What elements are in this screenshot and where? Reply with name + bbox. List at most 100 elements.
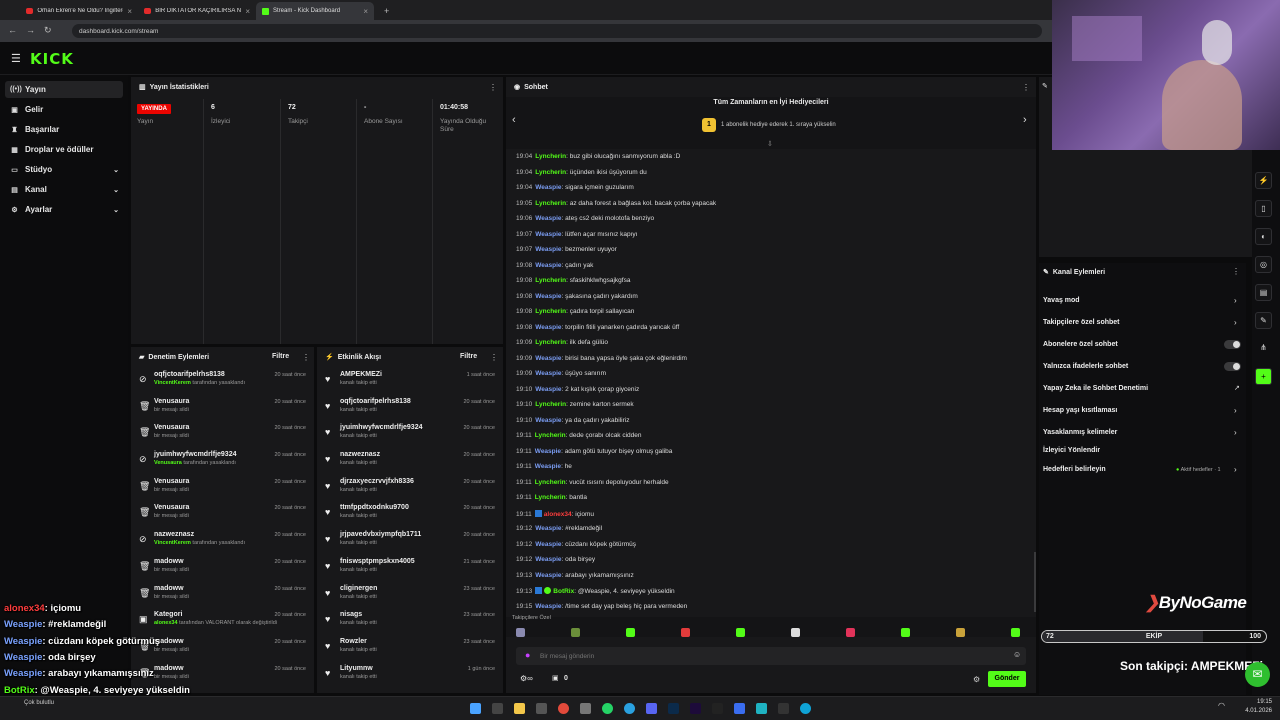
chat-message[interactable]: 19:12 Weaspie: cüzdanı köpek götürmüş xyxy=(516,541,636,548)
chat-username[interactable]: Lyncherin xyxy=(535,200,566,207)
chat-username[interactable]: Weaspie xyxy=(535,603,561,610)
emote-icon[interactable] xyxy=(736,628,745,637)
more-icon[interactable]: ⋮ xyxy=(1022,83,1030,92)
chat-message[interactable]: 19:07 Weaspie: bezmenler uyuyor xyxy=(516,246,617,253)
scrollbar[interactable] xyxy=(1034,552,1036,612)
chat-bubble-icon[interactable]: ◐ xyxy=(1255,228,1272,245)
chrome-icon[interactable] xyxy=(558,703,569,714)
chat-message[interactable]: 19:08 Lyncherin: sfaskihklwhgsajkgfsa xyxy=(516,277,630,284)
chat-message[interactable]: 19:07 Weaspie: lütfen açar mısınız kapıyı xyxy=(516,231,637,238)
sidebar-item-studyo[interactable]: ▭ Stüdyo ⌄ xyxy=(5,161,123,178)
chevron-right-icon[interactable]: › xyxy=(1234,318,1237,327)
tools-icon[interactable]: ✎ xyxy=(1255,312,1272,329)
chat-username[interactable]: Lyncherin xyxy=(535,432,566,439)
sidebar-item-yayin[interactable]: ((•)) Yayın xyxy=(5,81,123,98)
file-icon[interactable]: ▯ xyxy=(1255,200,1272,217)
chat-username[interactable]: Weaspie xyxy=(535,215,561,222)
chat-username[interactable]: Weaspie xyxy=(535,386,561,393)
sidebar-item-gelir[interactable]: ▣ Gelir xyxy=(5,101,123,118)
sidebar-item-kanal[interactable]: ▤ Kanal ⌄ xyxy=(5,181,123,198)
chat-message[interactable]: 19:12 Weaspie: oda birşey xyxy=(516,556,595,563)
microphone-icon[interactable]: ● xyxy=(525,650,530,660)
chat-message[interactable]: 19:10 Weaspie: ya da çadırı yakabiliriz xyxy=(516,417,629,424)
chat-message[interactable]: 19:11 Lyncherin: dede çorabı olcak cidden xyxy=(516,432,642,439)
chat-username[interactable]: Lyncherin xyxy=(535,153,566,160)
task-view-icon[interactable] xyxy=(492,703,503,714)
browser-tab-3[interactable]: Stream - Kick Dashboard × xyxy=(256,2,374,20)
emote-icon[interactable] xyxy=(901,628,910,637)
sidebar-item-ayarlar[interactable]: ⚙ Ayarlar ⌄ xyxy=(5,201,123,218)
chat-username[interactable]: Lyncherin xyxy=(535,479,566,486)
chat-message[interactable]: 19:11 alonex34: içiomu xyxy=(516,509,594,518)
chat-username[interactable]: Lyncherin xyxy=(535,494,566,501)
sidebar-item-basarilar[interactable]: ♜ Başarılar xyxy=(5,121,123,138)
activity-row[interactable]: ♥ oqfjctoarifpelrhs8138 kanalı takip ett… xyxy=(317,395,503,422)
chat-message[interactable]: 19:09 Weaspie: üşüyo sanırım xyxy=(516,370,606,377)
menu-icon[interactable]: ☰ xyxy=(11,52,21,65)
vpn-icon[interactable] xyxy=(756,703,767,714)
chat-message[interactable]: 19:09 Weaspie: birisi bana yapsa öyle şak… xyxy=(516,355,687,362)
whatsapp-icon[interactable] xyxy=(602,703,613,714)
gear-icon[interactable]: ⚙ xyxy=(973,675,980,684)
obs-icon[interactable] xyxy=(712,703,723,714)
moderation-row[interactable]: 🗑 Venusaura bir mesajı sildi 20 saat önc… xyxy=(131,421,314,448)
url-input[interactable] xyxy=(72,24,1042,38)
chat-username[interactable]: Weaspie xyxy=(535,448,561,455)
close-icon[interactable]: × xyxy=(363,7,368,16)
chat-username[interactable]: Weaspie xyxy=(535,293,561,300)
discord-icon[interactable] xyxy=(646,703,657,714)
chat-message[interactable]: 19:13 BotRix: @Weaspie, 4. seviyeye yükse… xyxy=(516,587,675,595)
share-icon[interactable]: ⋔ xyxy=(1255,340,1272,357)
chat-username[interactable]: Lyncherin xyxy=(535,339,566,346)
collapse-icon[interactable]: ⇩ xyxy=(767,140,773,148)
chevron-left-icon[interactable]: ‹ xyxy=(512,114,516,126)
emote-icon[interactable] xyxy=(1011,628,1020,637)
activity-row[interactable]: ♥ jrjpavedvbxiympfqb1711 kanalı takip et… xyxy=(317,528,503,555)
add-widget-icon[interactable]: + xyxy=(1255,368,1272,385)
chat-message[interactable]: 19:08 Weaspie: şakasına çadırı yakardım xyxy=(516,293,638,300)
chat-username[interactable]: Weaspie xyxy=(535,262,561,269)
chat-message[interactable]: 19:11 Weaspie: adam götü tutuyor bişey ol… xyxy=(516,448,672,455)
chat-message[interactable]: 19:11 Weaspie: he xyxy=(516,463,572,470)
chevron-right-icon[interactable]: › xyxy=(1234,406,1237,415)
weather-widget[interactable]: Çok bulutlu xyxy=(24,700,54,706)
kick-logo[interactable]: KICK xyxy=(30,50,74,68)
chat-username[interactable]: Weaspie xyxy=(535,184,561,191)
chat-username[interactable]: Weaspie xyxy=(535,525,561,532)
chat-message[interactable]: 19:04 Lyncherin: buz gibi olucağını sanmı… xyxy=(516,153,680,160)
chevron-right-icon[interactable]: › xyxy=(1234,428,1237,437)
external-link-icon[interactable]: ↗ xyxy=(1234,384,1240,392)
premiere-icon[interactable] xyxy=(690,703,701,714)
toggle-switch[interactable] xyxy=(1224,340,1241,349)
moderation-row[interactable]: 🗑 madoww bir mesajı sildi 20 saat önce xyxy=(131,555,314,582)
chat-username[interactable]: alonex34 xyxy=(544,511,572,518)
app-icon[interactable] xyxy=(778,703,789,714)
activity-row[interactable]: ♥ djrzaxyeczrvvjfxh8336 kanalı takip ett… xyxy=(317,475,503,502)
chat-message[interactable]: 19:13 Weaspie: arabayı yıkamamışsınız xyxy=(516,572,634,579)
more-icon[interactable]: ⋮ xyxy=(490,353,498,362)
activity-row[interactable]: ♥ nisags kanalı takip etti 23 saat önce xyxy=(317,608,503,635)
chat-username[interactable]: Lyncherin xyxy=(535,308,566,315)
chat-message[interactable]: 19:08 Weaspie: torpilin fitili yanarken ç… xyxy=(516,324,679,331)
store-icon[interactable] xyxy=(536,703,547,714)
chat-message[interactable]: 19:09 Lyncherin: ilk defa gülüo xyxy=(516,339,608,346)
chat-message[interactable]: 19:11 Lyncherin: bantla xyxy=(516,494,587,501)
emote-icon[interactable] xyxy=(846,628,855,637)
chat-username[interactable]: Weaspie xyxy=(535,556,561,563)
chat-username[interactable]: Weaspie xyxy=(535,463,561,470)
more-icon[interactable]: ⋮ xyxy=(1232,267,1240,276)
emote-icon[interactable] xyxy=(626,628,635,637)
chevron-right-icon[interactable]: › xyxy=(1234,296,1237,305)
activity-row[interactable]: ♥ AMPEKMEZi kanalı takip etti 1 saat önc… xyxy=(317,368,503,395)
chat-username[interactable]: Weaspie xyxy=(535,541,561,548)
activity-row[interactable]: ♥ nazweznasz kanalı takip etti 20 saat ö… xyxy=(317,448,503,475)
chat-message[interactable]: 19:10 Weaspie: 2 kat kışlık çorap giyceni… xyxy=(516,386,639,393)
activity-row[interactable]: ♥ jyuimhwyfwcmdrlfje9324 kanalı takip et… xyxy=(317,421,503,448)
moderation-row[interactable]: ⊘ oqfjctoarifpelrhs8138 VincentKerem tar… xyxy=(131,368,314,395)
chat-username[interactable]: Weaspie xyxy=(535,324,561,331)
chat-username[interactable]: Weaspie xyxy=(535,231,561,238)
app-icon[interactable] xyxy=(580,703,591,714)
filter-button[interactable]: Filtre xyxy=(460,353,477,360)
chat-username[interactable]: Weaspie xyxy=(535,417,561,424)
close-icon[interactable]: × xyxy=(245,7,250,16)
